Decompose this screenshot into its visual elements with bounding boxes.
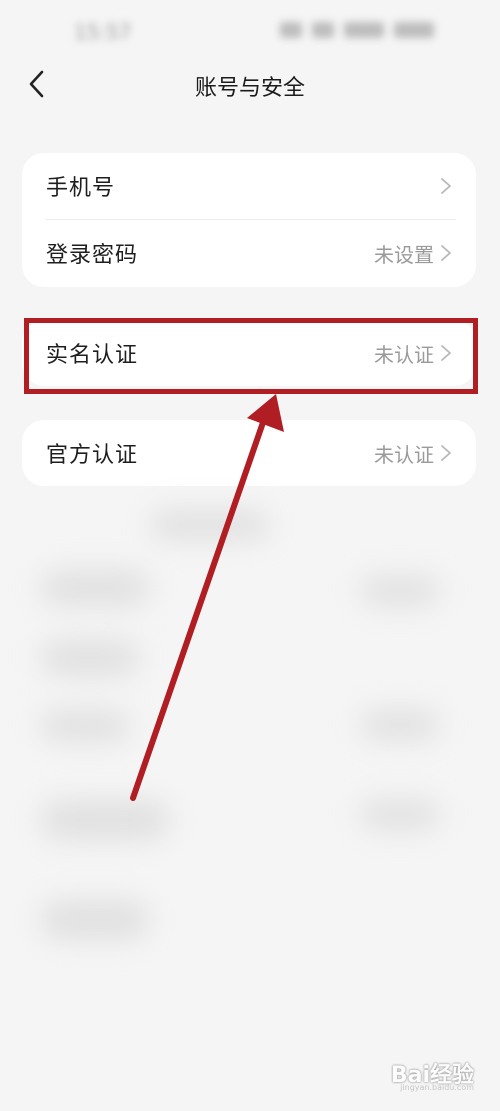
status-icons bbox=[280, 22, 460, 38]
login-password-row[interactable]: 登录密码 未设置 bbox=[22, 220, 476, 286]
watermark: Bai经验 jingyan.baidu.com bbox=[391, 1057, 474, 1092]
realname-verification-row[interactable]: 实名认证 未认证 bbox=[22, 320, 476, 386]
account-card: 手机号 登录密码 未设置 bbox=[22, 153, 476, 287]
blurred-item bbox=[40, 710, 130, 742]
official-card: 官方认证 未认证 bbox=[22, 420, 476, 486]
chevron-right-icon bbox=[441, 345, 451, 361]
blurred-item bbox=[40, 900, 150, 940]
watermark-url: jingyan.baidu.com bbox=[400, 1083, 474, 1092]
blurred-item bbox=[40, 800, 170, 840]
realname-card: 实名认证 未认证 bbox=[22, 320, 476, 386]
chevron-right-icon bbox=[441, 178, 451, 194]
notification-icon bbox=[280, 22, 302, 38]
status-time: 15:57 bbox=[74, 20, 132, 44]
blurred-item bbox=[360, 800, 440, 830]
chevron-right-icon bbox=[441, 445, 451, 461]
battery-icon bbox=[394, 22, 434, 38]
phone-number-row[interactable]: 手机号 bbox=[22, 153, 476, 219]
login-password-value: 未设置 bbox=[374, 242, 434, 267]
official-verification-row[interactable]: 官方认证 未认证 bbox=[22, 420, 476, 486]
realname-verification-value: 未认证 bbox=[374, 342, 434, 367]
chevron-right-icon bbox=[441, 245, 451, 261]
blurred-item bbox=[360, 576, 440, 606]
blurred-item bbox=[40, 570, 150, 606]
page-title: 账号与安全 bbox=[194, 76, 305, 101]
blurred-item bbox=[40, 640, 140, 676]
status-bar: 15:57 bbox=[0, 0, 500, 60]
realname-verification-label: 实名认证 bbox=[46, 343, 139, 368]
alarm-icon bbox=[312, 22, 334, 38]
blurred-content bbox=[0, 500, 500, 1020]
signal-icon bbox=[344, 22, 384, 38]
official-verification-value: 未认证 bbox=[374, 442, 434, 467]
nav-bar: 账号与安全 bbox=[0, 56, 500, 112]
blurred-item bbox=[360, 710, 440, 740]
login-password-label: 登录密码 bbox=[46, 243, 139, 268]
official-verification-label: 官方认证 bbox=[46, 443, 139, 468]
phone-number-label: 手机号 bbox=[46, 176, 116, 201]
blurred-item bbox=[150, 510, 270, 540]
